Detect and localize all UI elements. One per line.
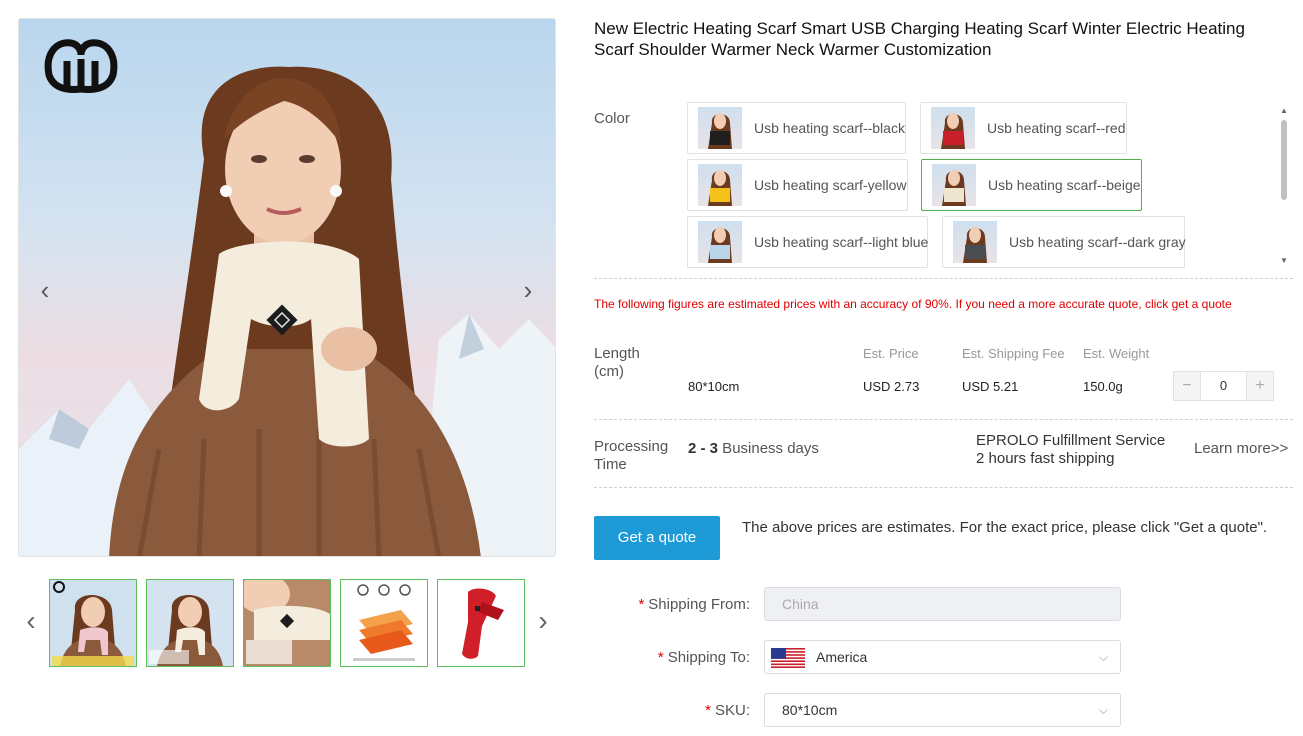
variant-thumbnail-icon bbox=[931, 107, 975, 149]
scroll-down-arrow-icon[interactable]: ▼ bbox=[1279, 256, 1289, 266]
scroll-up-arrow-icon[interactable]: ▲ bbox=[1279, 106, 1289, 116]
variant-thumbnail-icon bbox=[698, 164, 742, 206]
chevron-down-icon: ⌵ bbox=[1098, 650, 1108, 664]
thumbnail-heating-zones-diagram[interactable] bbox=[340, 579, 428, 667]
color-label: Color bbox=[594, 110, 630, 127]
color-option-label: Usb heating scarf-yellow bbox=[754, 177, 907, 193]
shipping-from-field: China bbox=[764, 587, 1121, 621]
estimate-notice: The following figures are estimated pric… bbox=[594, 297, 1232, 311]
length-value: 80*10cm bbox=[688, 379, 740, 394]
fulfillment-service-speed: 2 hours fast shipping bbox=[976, 450, 1115, 467]
color-option-label: Usb heating scarf--dark gray bbox=[1009, 234, 1186, 250]
product-title: New Electric Heating Scarf Smart USB Cha… bbox=[594, 19, 1245, 59]
main-image-next-arrow[interactable]: › bbox=[517, 275, 539, 305]
color-option-label: Usb heating scarf--red bbox=[987, 120, 1126, 136]
section-divider bbox=[594, 278, 1293, 279]
main-product-image: ‹ › bbox=[18, 18, 556, 557]
color-option-yellow[interactable]: Usb heating scarf-yellow bbox=[687, 159, 908, 211]
section-divider bbox=[594, 419, 1293, 420]
processing-time-row: Processing Time 2 - 3 Business days EPRO… bbox=[594, 432, 1293, 476]
sku-value: 80*10cm bbox=[782, 702, 838, 718]
color-option-light-blue[interactable]: Usb heating scarf--light blue bbox=[687, 216, 928, 268]
learn-more-link[interactable]: Learn more>> bbox=[1194, 440, 1288, 457]
fulfillment-service: EPROLO Fulfillment Service 2 hours fast … bbox=[976, 432, 1165, 468]
shipping-to-value: America bbox=[816, 649, 868, 665]
color-option-label: Usb heating scarf--black bbox=[754, 120, 905, 136]
price-value: USD 2.73 bbox=[863, 379, 920, 394]
sku-select[interactable]: 80*10cm ⌵ bbox=[764, 693, 1121, 727]
color-selector: Color Usb heating scarf--black Usb heati… bbox=[594, 96, 1294, 268]
color-option-label: Usb heating scarf--beige bbox=[988, 177, 1141, 193]
quantity-increment-button[interactable]: + bbox=[1247, 372, 1273, 400]
processing-days-suffix: Business days bbox=[718, 440, 819, 457]
chevron-down-icon: ⌵ bbox=[1098, 703, 1108, 717]
quantity-input[interactable]: 0 bbox=[1200, 372, 1247, 400]
shipping-to-row: * Shipping To: America ⌵ bbox=[594, 640, 1124, 676]
thumbnail-strip: ‹ › bbox=[18, 578, 558, 668]
weight-value: 150.0g bbox=[1083, 379, 1123, 394]
model-photo bbox=[19, 66, 555, 556]
shipping-from-row: * Shipping From: China bbox=[594, 587, 1124, 623]
quote-note: The above prices are estimates. For the … bbox=[742, 519, 1268, 536]
shipping-to-select[interactable]: America ⌵ bbox=[764, 640, 1121, 674]
thumbnail-scarf-closeup[interactable] bbox=[243, 579, 331, 667]
est-weight-header: Est. Weight bbox=[1083, 346, 1150, 361]
section-divider bbox=[594, 487, 1293, 488]
brand-logo-icon bbox=[44, 39, 118, 93]
sku-label: * SKU: bbox=[705, 702, 750, 719]
scrollbar-thumb[interactable] bbox=[1281, 120, 1287, 200]
color-option-label: Usb heating scarf--light blue bbox=[754, 234, 929, 250]
variant-thumbnail-icon bbox=[698, 221, 742, 263]
thumbnail-red-scarf[interactable] bbox=[437, 579, 525, 667]
thumbnail-model-beige-scarf[interactable] bbox=[146, 579, 234, 667]
variant-thumbnail-icon bbox=[953, 221, 997, 263]
color-option-dark-gray[interactable]: Usb heating scarf--dark gray bbox=[942, 216, 1186, 268]
sku-row: * SKU: 80*10cm ⌵ bbox=[594, 693, 1124, 729]
shipping-value: USD 5.21 bbox=[962, 379, 1019, 394]
quantity-decrement-button[interactable]: − bbox=[1174, 372, 1200, 400]
processing-days: 2 - 3 Business days bbox=[688, 440, 819, 457]
required-mark: * bbox=[638, 596, 645, 613]
variant-thumbnail-icon bbox=[932, 164, 976, 206]
shipping-from-label: * Shipping From: bbox=[638, 596, 750, 613]
est-shipping-header: Est. Shipping Fee bbox=[962, 346, 1065, 361]
processing-days-range: 2 - 3 bbox=[688, 440, 719, 457]
color-list-scrollbar[interactable]: ▲ ▼ bbox=[1279, 106, 1289, 266]
fulfillment-service-name: EPROLO Fulfillment Service bbox=[976, 432, 1166, 449]
color-option-red[interactable]: Usb heating scarf--red bbox=[920, 102, 1127, 154]
thumbnail-prev-arrow[interactable]: ‹ bbox=[20, 606, 42, 638]
main-image-prev-arrow[interactable]: ‹ bbox=[34, 275, 56, 305]
color-option-beige[interactable]: Usb heating scarf--beige bbox=[921, 159, 1142, 211]
quantity-stepper: − 0 + bbox=[1173, 371, 1274, 401]
processing-time-label: Processing Time bbox=[594, 438, 669, 473]
required-mark: * bbox=[705, 702, 711, 719]
thumbnail-model-pink-scarf[interactable] bbox=[49, 579, 137, 667]
us-flag-icon bbox=[771, 648, 805, 668]
required-mark: * bbox=[657, 649, 664, 666]
variant-thumbnail-icon bbox=[698, 107, 742, 149]
price-table: Length (cm) Est. Price Est. Shipping Fee… bbox=[594, 340, 1293, 414]
get-a-quote-button[interactable]: Get a quote bbox=[594, 516, 720, 560]
length-label: Length (cm) bbox=[594, 345, 640, 380]
est-price-header: Est. Price bbox=[863, 346, 919, 361]
color-option-black[interactable]: Usb heating scarf--black bbox=[687, 102, 906, 154]
thumbnail-next-arrow[interactable]: › bbox=[532, 606, 554, 638]
shipping-to-label: * Shipping To: bbox=[657, 649, 750, 666]
